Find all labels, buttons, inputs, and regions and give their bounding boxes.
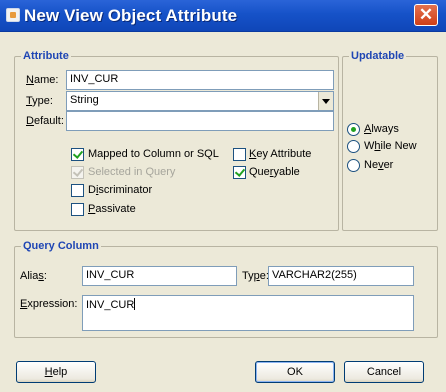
query-column-legend: Query Column <box>21 240 101 252</box>
queryable-label[interactable]: Queryable <box>249 166 300 178</box>
default-input[interactable] <box>66 111 334 131</box>
name-label: Name: <box>26 74 59 86</box>
passivate-label[interactable]: Passivate <box>88 203 136 215</box>
radio-never-label[interactable]: Never <box>364 159 393 171</box>
expression-label: Expression: <box>20 298 78 310</box>
column-type-input[interactable]: VARCHAR2(255) <box>268 266 414 286</box>
key-attribute-checkbox[interactable] <box>233 148 246 161</box>
selected-in-query-label: Selected in Query <box>88 166 176 178</box>
radio-while-new-label[interactable]: While New <box>364 140 417 152</box>
window-title: New View Object Attribute <box>24 6 238 25</box>
radio-never[interactable] <box>347 159 360 172</box>
passivate-checkbox[interactable] <box>71 203 84 216</box>
discriminator-label[interactable]: Discriminator <box>88 184 152 196</box>
type-select-value: String <box>70 94 99 106</box>
default-label: Default: <box>26 115 64 127</box>
help-button[interactable]: Help <box>16 361 96 383</box>
expression-value: INV_CUR <box>86 299 135 311</box>
name-input[interactable]: INV_CUR <box>66 70 334 90</box>
attribute-legend: Attribute <box>21 50 71 62</box>
expression-textarea[interactable]: INV_CUR <box>82 295 414 331</box>
type-label: Type: <box>26 95 53 107</box>
text-caret <box>134 298 136 310</box>
radio-while-new[interactable] <box>347 140 360 153</box>
radio-always-label[interactable]: Always <box>364 123 399 135</box>
title-bar: New View Object Attribute ✕ <box>0 0 446 32</box>
close-button[interactable]: ✕ <box>414 4 438 26</box>
alias-label: Alias: <box>20 270 47 282</box>
app-icon <box>6 8 20 22</box>
mapped-checkbox[interactable] <box>71 148 84 161</box>
radio-always[interactable] <box>347 123 360 136</box>
discriminator-checkbox[interactable] <box>71 184 84 197</box>
chevron-down-icon[interactable] <box>318 92 333 110</box>
column-type-label: Type: <box>242 270 269 282</box>
queryable-checkbox[interactable] <box>233 166 246 179</box>
cancel-button[interactable]: Cancel <box>344 361 424 383</box>
updatable-legend: Updatable <box>349 50 407 62</box>
alias-input[interactable]: INV_CUR <box>82 266 237 286</box>
selected-in-query-checkbox <box>71 166 84 179</box>
ok-button[interactable]: OK <box>255 361 335 383</box>
mapped-label[interactable]: Mapped to Column or SQL <box>88 148 219 160</box>
key-attribute-label[interactable]: Key Attribute <box>249 148 311 160</box>
type-select[interactable]: String <box>66 91 334 111</box>
